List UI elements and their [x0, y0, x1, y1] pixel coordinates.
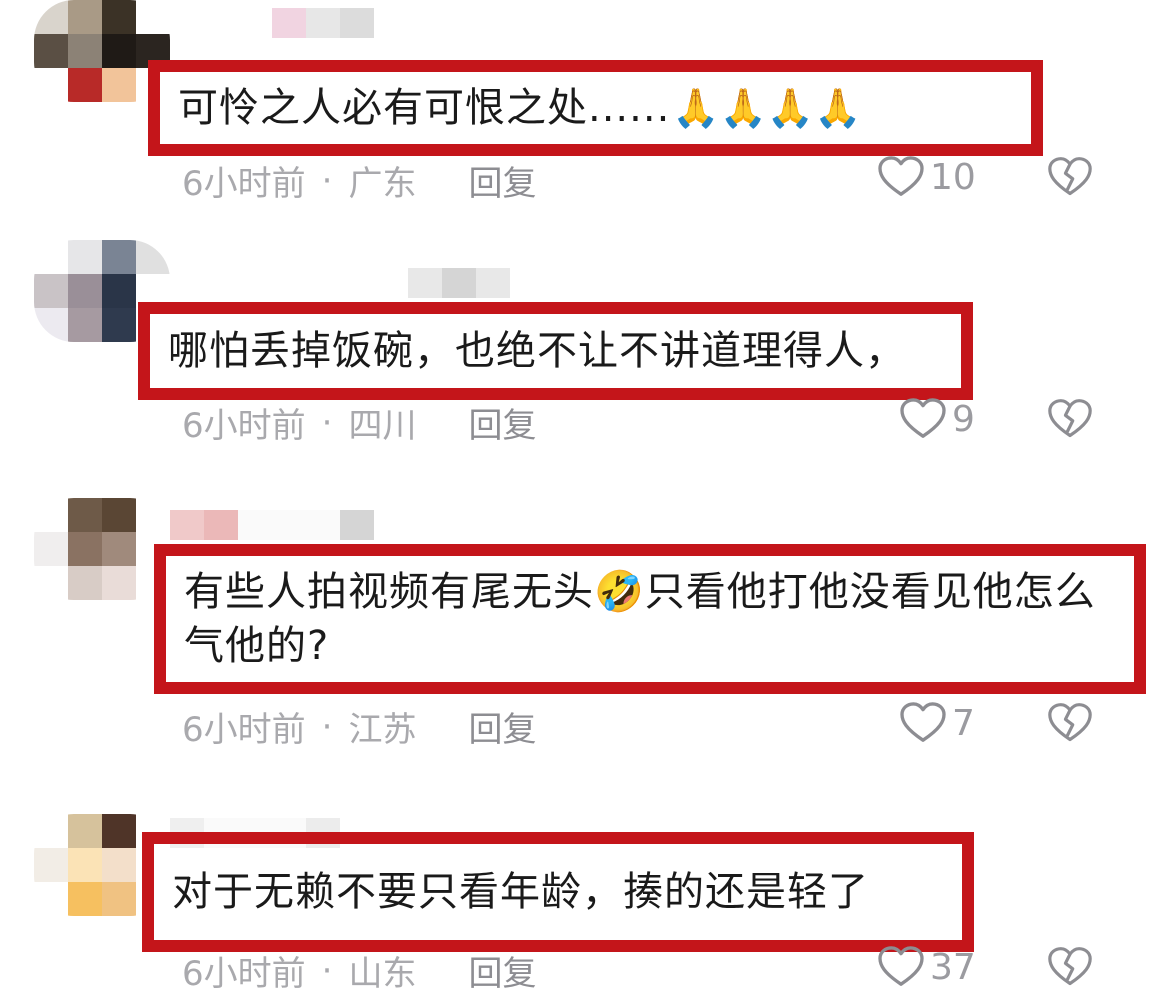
avatar[interactable]	[34, 498, 170, 600]
broken-heart-icon	[1048, 703, 1092, 742]
dislike-button[interactable]	[1048, 398, 1092, 444]
comment-meta: 6小时前 · 山东 回复	[182, 946, 536, 995]
meta-separator: ·	[321, 950, 333, 991]
heart-outline-icon	[878, 946, 924, 986]
like-count: 7	[952, 702, 975, 744]
comment-meta: 6小时前 · 四川 回复	[182, 398, 536, 447]
comment-time: 6小时前	[182, 406, 306, 446]
heart-outline-icon	[878, 156, 924, 196]
comment-location: 江苏	[348, 710, 417, 750]
username-blurred[interactable]	[408, 268, 510, 298]
folded-hands-emoji: 🙏🙏🙏🙏	[672, 85, 862, 130]
comment-time: 6小时前	[182, 164, 306, 204]
heart-outline-icon	[900, 398, 946, 438]
comment-location: 山东	[348, 954, 417, 994]
like-button[interactable]: 9	[900, 398, 975, 440]
broken-heart-icon	[1048, 399, 1092, 438]
broken-heart-icon	[1048, 947, 1092, 986]
like-count: 9	[952, 398, 975, 440]
username-blurred[interactable]	[272, 8, 374, 38]
comment-time: 6小时前	[182, 710, 306, 750]
like-button[interactable]: 10	[878, 156, 976, 198]
comment-highlight-box: 可怜之人必有可恨之处...... 🙏🙏🙏🙏	[148, 60, 1043, 156]
reply-button[interactable]: 回复	[468, 398, 536, 447]
like-button[interactable]: 37	[878, 946, 976, 988]
dislike-button[interactable]	[1048, 702, 1092, 748]
like-button[interactable]: 7	[900, 702, 975, 744]
comment-meta: 6小时前 · 江苏 回复	[182, 702, 536, 751]
broken-heart-icon	[1048, 157, 1092, 196]
comment-text: 哪怕丢掉饭碗，也绝不让不讲道理得人，	[168, 328, 906, 374]
comment-text: 对于无赖不要只看年龄，揍的还是轻了	[172, 869, 869, 915]
reply-button[interactable]: 回复	[468, 156, 536, 205]
comment-highlight-box: 有些人拍视频有尾无头🤣只看他打他没看见他怎么气他的?	[154, 544, 1146, 694]
heart-outline-icon	[900, 702, 946, 742]
meta-separator: ·	[321, 706, 333, 747]
like-count: 37	[930, 946, 976, 988]
comment-time: 6小时前	[182, 954, 306, 994]
meta-separator: ·	[321, 160, 333, 201]
like-count: 10	[930, 156, 976, 198]
dislike-button[interactable]	[1048, 946, 1092, 992]
meta-separator: ·	[321, 402, 333, 443]
comment-location: 广东	[348, 164, 417, 204]
comment-highlight-box: 哪怕丢掉饭碗，也绝不让不讲道理得人，	[138, 302, 973, 400]
comment-meta: 6小时前 · 广东 回复	[182, 156, 536, 205]
reply-button[interactable]: 回复	[468, 702, 536, 751]
username-blurred[interactable]	[170, 510, 374, 540]
dislike-button[interactable]	[1048, 156, 1092, 202]
comment-highlight-box: 对于无赖不要只看年龄，揍的还是轻了	[142, 832, 974, 952]
comment-text: 有些人拍视频有尾无头🤣只看他打他没看见他怎么气他的?	[184, 569, 1096, 669]
comment-location: 四川	[348, 406, 417, 446]
reply-button[interactable]: 回复	[468, 946, 536, 995]
comment-text: 可怜之人必有可恨之处......	[178, 85, 671, 131]
